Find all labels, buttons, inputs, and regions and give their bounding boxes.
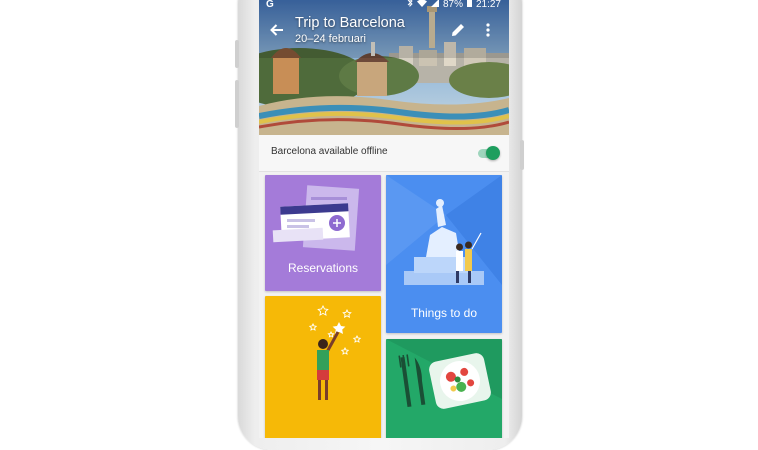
- more-options-button[interactable]: [483, 21, 493, 39]
- pencil-icon: [452, 24, 464, 36]
- offline-label: Barcelona available offline: [271, 146, 388, 157]
- wifi-icon: [416, 0, 427, 12]
- phone-power-button: [520, 140, 524, 170]
- phone-volume-button-2: [235, 80, 239, 128]
- things-to-do-card[interactable]: Things to do: [386, 175, 502, 333]
- status-icons: 87% 21:27: [407, 0, 501, 12]
- clock: 21:27: [475, 0, 501, 10]
- reservations-label: Reservations: [287, 261, 359, 275]
- stars-card[interactable]: [265, 296, 381, 438]
- back-arrow-icon: [270, 24, 283, 36]
- trip-content: Barcelona available offline Reservations: [259, 135, 509, 438]
- edit-button[interactable]: [449, 21, 467, 39]
- page-title: Trip to Barcelona: [295, 15, 405, 31]
- offline-toggle[interactable]: [486, 146, 500, 160]
- offline-row: Barcelona available offline: [259, 135, 509, 172]
- signal-icon: [430, 0, 439, 12]
- trip-dates: 20–24 februari: [295, 33, 366, 45]
- food-plate-illustration: [386, 339, 502, 409]
- more-vert-icon: [486, 23, 490, 37]
- person-with-stars-illustration: [308, 304, 362, 400]
- bluetooth-icon: [407, 0, 413, 12]
- back-button[interactable]: [267, 20, 287, 40]
- phone-screen: G 87% 21:27 Trip to Barcelona 20–24 febr…: [259, 0, 509, 438]
- food-card[interactable]: [386, 339, 502, 438]
- battery-icon: [466, 0, 472, 12]
- phone-volume-button: [235, 40, 239, 68]
- app-bar: Trip to Barcelona 20–24 februari: [259, 12, 509, 52]
- google-app-icon: G: [266, 0, 274, 10]
- reservations-card[interactable]: Reservations: [265, 175, 381, 291]
- things-to-do-label: Things to do: [410, 306, 478, 320]
- title-block: Trip to Barcelona 20–24 februari: [295, 14, 405, 46]
- status-bar: G 87% 21:27: [259, 0, 509, 12]
- battery-percent: 87%: [442, 0, 463, 10]
